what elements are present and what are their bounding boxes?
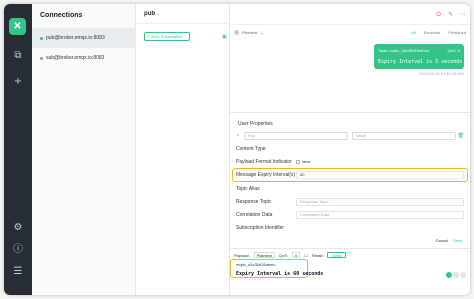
tab-published[interactable]: Published xyxy=(448,30,466,35)
toolbar: ⏻ ✎ ⋯ xyxy=(435,11,466,18)
message-expiry-input[interactable]: 60 xyxy=(296,171,464,179)
connection-item-sub[interactable]: sub@broker.emqx.io:8083 xyxy=(32,48,136,68)
add-icon[interactable]: + xyxy=(12,76,24,88)
connection-label: pub@broker.emqx.io:8083 xyxy=(46,35,105,41)
key-input[interactable]: Key xyxy=(244,132,348,140)
history-up-icon[interactable] xyxy=(453,272,459,278)
filter-row: Plaintext ⌄ xyxy=(234,30,264,35)
topic-alias-label: Topic Alias xyxy=(236,186,260,192)
payload-format-select[interactable]: Plaintext xyxy=(253,252,275,258)
message-expiry-row: Message Expiry Interval(s) 60 xyxy=(230,169,470,182)
connection-item-pub[interactable]: pub@broker.emqx.io:8083 xyxy=(32,28,136,48)
payload-format-label: Payload Format Indicator xyxy=(236,159,292,165)
app-logo: ✕ xyxy=(9,18,26,35)
new-subscription-button[interactable]: + New Subscription xyxy=(144,32,190,41)
message-expiry-label: Message Expiry Interval(s) xyxy=(236,172,296,178)
publish-payload-editor[interactable]: Expiry Interval is 60 seconds xyxy=(236,271,323,277)
subscription-identifier-label: Subscription Identifier xyxy=(236,225,285,231)
collapse-icon[interactable]: ▣ xyxy=(222,34,227,40)
format-select[interactable]: Plaintext xyxy=(242,30,257,35)
meta-button[interactable]: Meta xyxy=(327,252,347,258)
message-panel: ⏻ ✎ ⋯ Plaintext ⌄ All Received Published… xyxy=(230,4,470,295)
tab-all[interactable]: All xyxy=(411,30,415,35)
check-icon[interactable]: ✓ xyxy=(236,133,240,139)
connection-label: sub@broker.emqx.io:8083 xyxy=(46,55,105,61)
correlation-data-row: Correlation Data Correlation Data xyxy=(230,209,470,222)
correlation-data-label: Correlation Data xyxy=(236,212,273,218)
properties-panel: User Properties ✓ Key Value 🗑 Content Ty… xyxy=(230,112,470,248)
info-icon[interactable]: ⓘ xyxy=(12,244,24,256)
payload-format-value: false xyxy=(302,159,311,164)
connection-header: pub ⌄ xyxy=(136,4,230,24)
message-timestamp: 2023-08-18 14:46:25:655 xyxy=(419,71,464,76)
payload-format-checkbox[interactable]: false xyxy=(296,159,310,164)
retain-checkbox-icon[interactable]: ☐ xyxy=(304,253,308,258)
topic-alias-row: Topic Alias xyxy=(230,183,470,196)
publish-options: Payload: Plaintext QoS: 0 ☐ Retain Meta xyxy=(234,252,347,258)
payload-label: Payload: xyxy=(234,252,250,258)
retain-label: Retain xyxy=(311,252,324,258)
nav-rail: ✕ ⧉ + ⚙ ⓘ ☰ xyxy=(4,4,32,295)
more-icon[interactable]: ⋯ xyxy=(459,11,466,18)
response-topic-input[interactable]: Response Topic xyxy=(296,198,464,206)
user-properties-title: User Properties xyxy=(238,121,273,127)
chevron-down-icon: ⌄ xyxy=(260,30,264,35)
app-window: ✕ ⧉ + ⚙ ⓘ ☰ Connections pub@broker.emqx.… xyxy=(4,4,470,295)
qos-select[interactable]: 0 xyxy=(292,252,301,258)
response-topic-label: Response Topic xyxy=(236,199,272,205)
send-icon[interactable] xyxy=(446,272,452,278)
chevron-down-icon[interactable]: ⌄ xyxy=(156,11,160,17)
message-topic: Topic: mqttx_a3c35d15demo xyxy=(378,48,430,53)
history-down-icon[interactable] xyxy=(460,272,466,278)
trash-icon[interactable]: 🗑 xyxy=(458,133,464,139)
response-topic-row: Response Topic Response Topic xyxy=(230,196,470,209)
value-input[interactable]: Value xyxy=(352,132,456,140)
message-bubble[interactable]: Topic: mqttx_a3c35d15demo QoS: 0 Expiry … xyxy=(374,44,464,69)
subscription-identifier-row: Subscription Identifier xyxy=(230,222,470,235)
filter-icon[interactable] xyxy=(234,30,239,35)
edit-icon[interactable]: ✎ xyxy=(447,11,454,18)
message-payload: Expiry Interval is 5 seconds xyxy=(378,59,463,65)
content-type-label: Content Type xyxy=(236,146,266,152)
settings-icon[interactable]: ⚙ xyxy=(12,222,24,234)
connections-icon[interactable]: ⧉ xyxy=(12,50,24,62)
connected-status-dot xyxy=(40,36,43,40)
subscriptions-panel: pub ⌄ + New Subscription ▣ xyxy=(136,4,230,295)
save-button[interactable]: Save xyxy=(453,238,462,243)
content-type-row: Content Type xyxy=(230,143,470,156)
publish-topic-input[interactable]: mqttx_a3c35d15demo xyxy=(236,262,276,267)
connections-panel: Connections pub@broker.emqx.io:8083 sub@… xyxy=(32,4,136,295)
correlation-data-input[interactable]: Correlation Data xyxy=(296,211,464,219)
log-icon[interactable]: ☰ xyxy=(12,266,24,278)
disconnected-status-dot xyxy=(40,56,43,60)
checkbox-icon xyxy=(296,159,300,164)
tab-received[interactable]: Received xyxy=(424,30,441,35)
disconnect-icon[interactable]: ⏻ xyxy=(435,11,442,18)
message-qos: QoS: 0 xyxy=(447,48,460,53)
connection-name: pub xyxy=(144,11,155,17)
divider xyxy=(230,24,470,25)
cancel-button[interactable]: Cancel xyxy=(436,238,448,243)
connections-title: Connections xyxy=(40,12,83,19)
qos-label: QoS: xyxy=(278,252,289,258)
message-tabs: All Received Published xyxy=(411,30,466,35)
